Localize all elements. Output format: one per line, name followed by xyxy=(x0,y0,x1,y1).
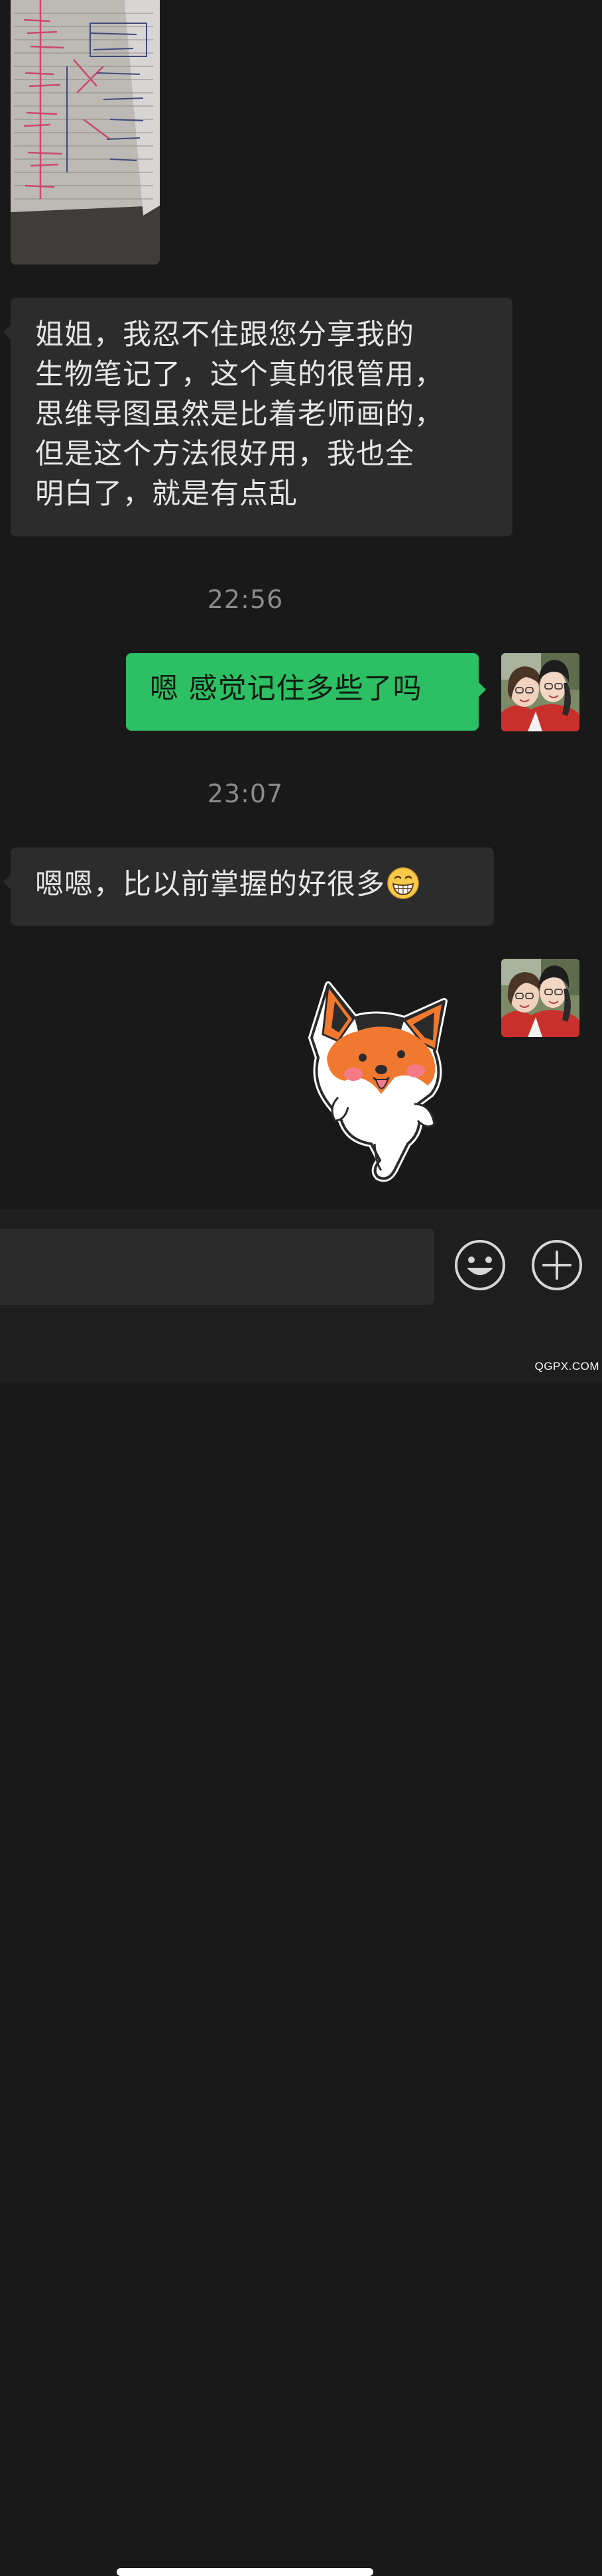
watermark: QGPX.COM xyxy=(534,1360,599,1373)
incoming-message-bubble[interactable]: 嗯嗯，比以前掌握的好很多 xyxy=(3,847,494,926)
timestamp: 22:56 xyxy=(207,585,284,614)
corgi-sticker[interactable] xyxy=(302,971,457,1187)
home-indicator[interactable] xyxy=(117,2568,373,2576)
avatar-photo xyxy=(501,653,579,731)
message-text: 嗯 感觉记住多些了吗 xyxy=(150,672,422,705)
timestamp: 23:07 xyxy=(207,779,284,808)
message-input[interactable] xyxy=(0,1229,434,1305)
message-line: 姐姐，我忍不住跟您分享我的 xyxy=(35,318,414,351)
message-line: 思维导图虽然是比着老师画的， xyxy=(35,398,444,431)
handwritten-notebook-photo xyxy=(11,0,160,265)
message-line: 生物笔记了，这个真的很管用， xyxy=(35,358,444,391)
grinning-face-emoji xyxy=(387,867,419,899)
chat-message-list[interactable]: 姐姐，我忍不住跟您分享我的 生物笔记了，这个真的很管用， 思维导图虽然是比着老师… xyxy=(0,0,602,1210)
message-line: 但是这个方法很好用，我也全 xyxy=(35,438,414,471)
message-line: 明白了，就是有点乱 xyxy=(35,477,298,511)
smiley-icon[interactable] xyxy=(453,1239,507,1292)
incoming-message-bubble[interactable]: 姐姐，我忍不住跟您分享我的 生物笔记了，这个真的很管用， 思维导图虽然是比着老师… xyxy=(3,298,512,536)
image-message[interactable] xyxy=(11,0,160,265)
avatar[interactable] xyxy=(501,653,579,731)
outgoing-message-bubble[interactable]: 嗯 感觉记住多些了吗 xyxy=(126,653,486,731)
avatar-photo xyxy=(501,959,579,1037)
avatar[interactable] xyxy=(501,959,579,1037)
chat-input-bar xyxy=(0,1210,602,2576)
message-text: 嗯嗯，比以前掌握的好很多 xyxy=(35,868,385,901)
plus-circle-icon[interactable] xyxy=(530,1239,583,1292)
